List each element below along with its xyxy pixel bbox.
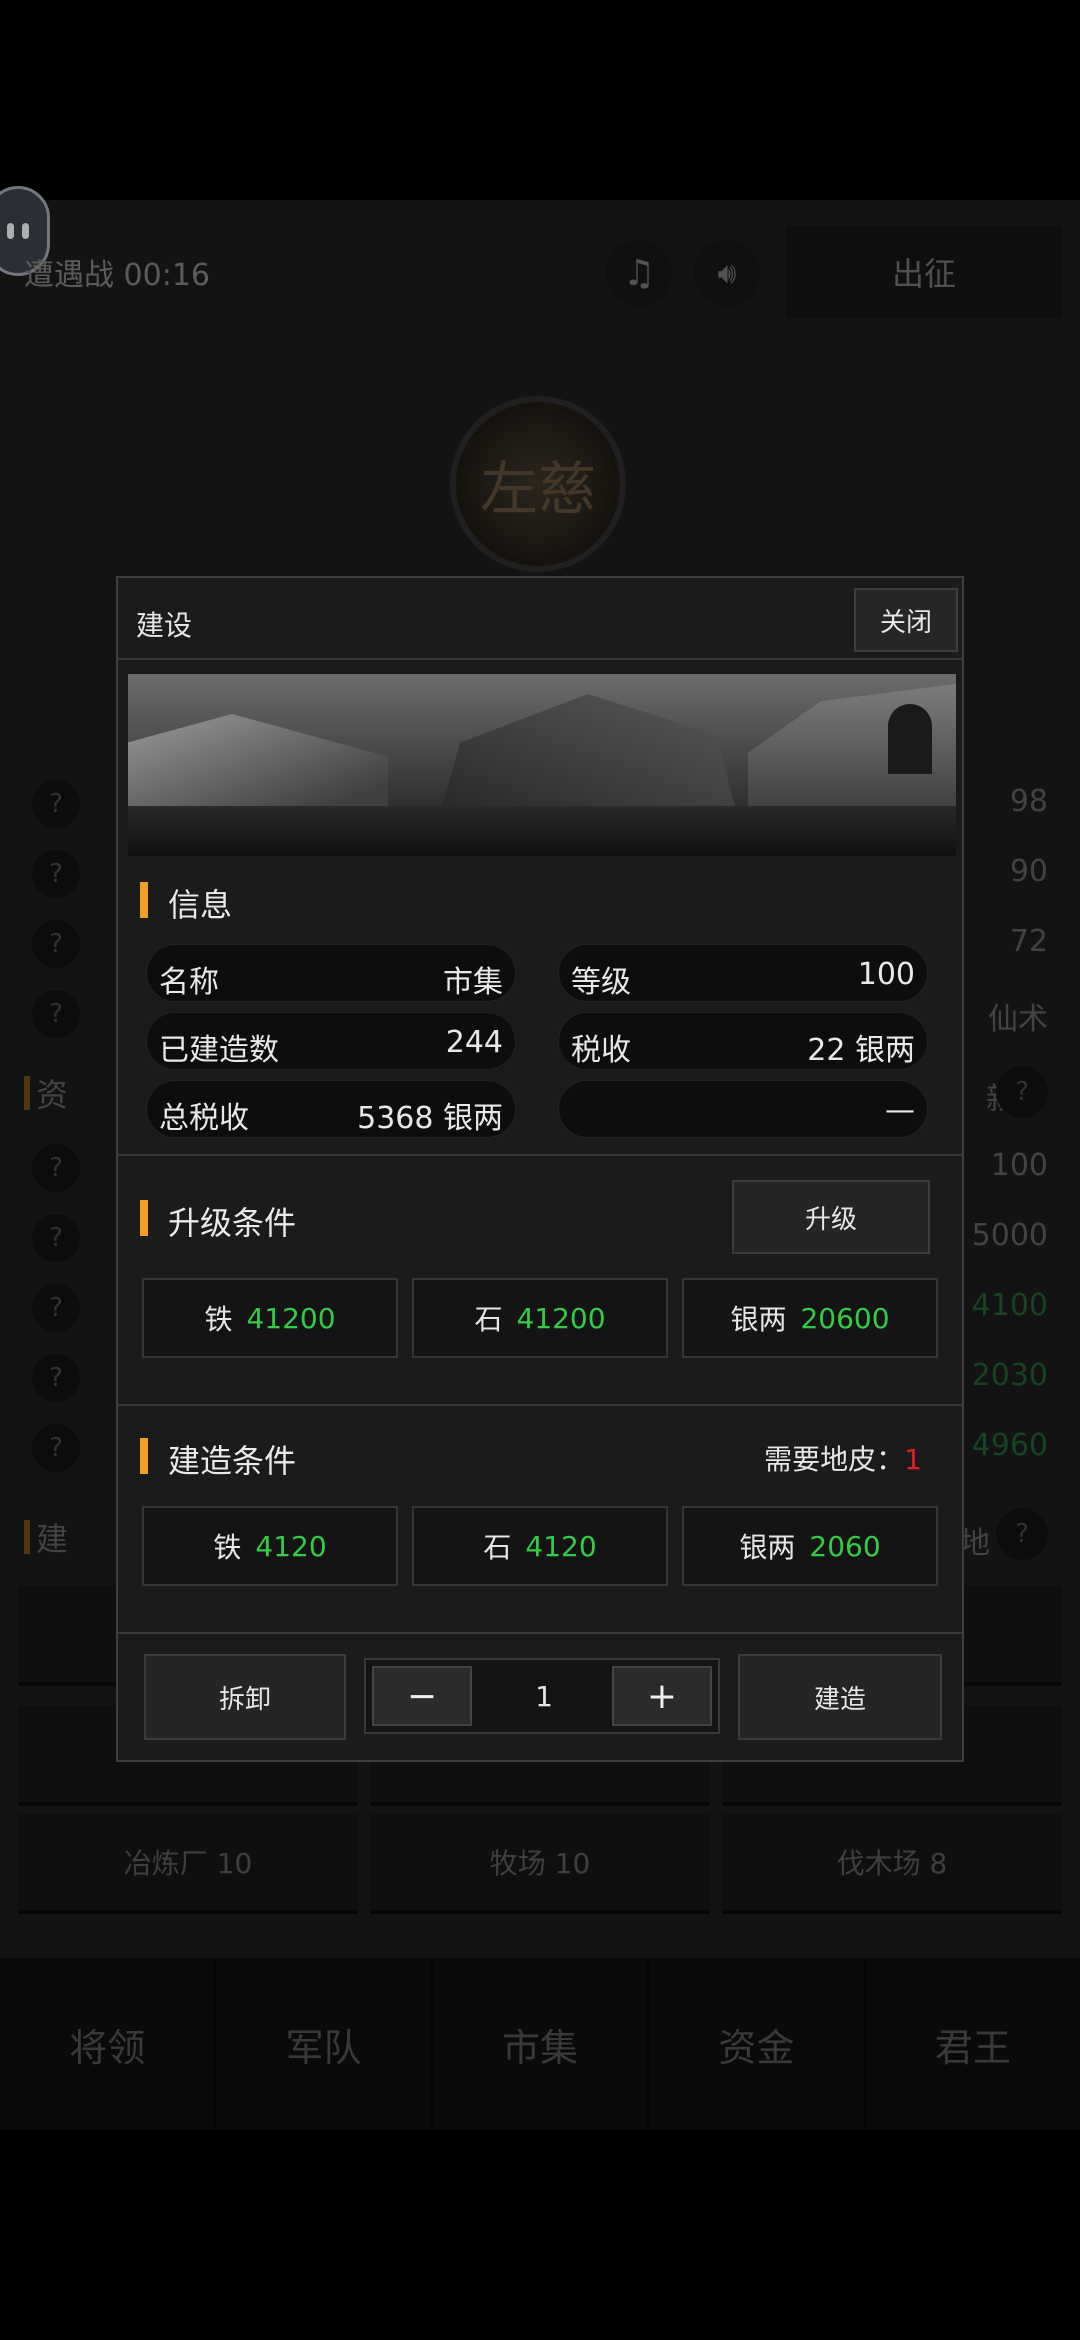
info-empty: — bbox=[558, 1080, 928, 1138]
upgrade-cost-silver: 银两 20600 bbox=[682, 1278, 938, 1358]
info-value: — bbox=[885, 1093, 915, 1128]
quantity-stepper: − 1 + bbox=[364, 1658, 720, 1734]
info-value: 市集 bbox=[443, 965, 503, 1000]
upgrade-section-title: 升级条件 bbox=[140, 1198, 296, 1244]
build-cost-iron: 铁 4120 bbox=[142, 1506, 398, 1586]
info-section-title: 信息 bbox=[140, 880, 232, 926]
info-built-count: 已建造数 244 bbox=[146, 1012, 516, 1070]
resource-amount: 20600 bbox=[800, 1301, 890, 1335]
divider bbox=[118, 1632, 962, 1634]
land-requirement-label: 需要地皮： bbox=[764, 1443, 905, 1476]
land-requirement-value: 1 bbox=[904, 1443, 922, 1476]
info-value: 5368 银两 bbox=[357, 1101, 503, 1136]
build-cost-stone: 石 4120 bbox=[412, 1506, 668, 1586]
build-dialog: 建设 关闭 信息 名称 市集 等级 100 已建造数 244 税收 22 银两 … bbox=[116, 576, 964, 1762]
increment-button[interactable]: + bbox=[612, 1666, 712, 1726]
info-value: 22 银两 bbox=[807, 1033, 915, 1068]
market-banner-image bbox=[128, 674, 956, 856]
info-level: 等级 100 bbox=[558, 944, 928, 1002]
upgrade-cost-stone: 石 41200 bbox=[412, 1278, 668, 1358]
info-value: 100 bbox=[857, 957, 915, 992]
info-tax: 税收 22 银两 bbox=[558, 1012, 928, 1070]
divider bbox=[118, 1154, 962, 1156]
quantity-value[interactable]: 1 bbox=[466, 1680, 622, 1713]
decrement-button[interactable]: − bbox=[372, 1666, 472, 1726]
demolish-button[interactable]: 拆卸 bbox=[144, 1654, 346, 1740]
info-label: 总税收 bbox=[159, 1101, 249, 1136]
upgrade-cost-iron: 铁 41200 bbox=[142, 1278, 398, 1358]
build-button[interactable]: 建造 bbox=[738, 1654, 942, 1740]
info-total-tax: 总税收 5368 银两 bbox=[146, 1080, 516, 1138]
resource-amount: 41200 bbox=[516, 1301, 606, 1335]
resource-name: 石 bbox=[474, 1303, 503, 1336]
dialog-header: 建设 关闭 bbox=[118, 578, 962, 660]
land-requirement: 需要地皮：1 bbox=[764, 1438, 922, 1478]
close-button[interactable]: 关闭 bbox=[854, 588, 958, 652]
resource-name: 银两 bbox=[730, 1303, 787, 1336]
resource-amount: 41200 bbox=[246, 1301, 336, 1335]
resource-amount: 2060 bbox=[809, 1529, 881, 1563]
build-cost-silver: 银两 2060 bbox=[682, 1506, 938, 1586]
info-label: 税收 bbox=[571, 1033, 631, 1068]
build-section-title: 建造条件 bbox=[140, 1436, 296, 1482]
upgrade-button[interactable]: 升级 bbox=[732, 1180, 930, 1254]
info-label: 名称 bbox=[159, 965, 219, 1000]
info-label: 已建造数 bbox=[159, 1033, 279, 1068]
resource-name: 银两 bbox=[739, 1531, 796, 1564]
resource-amount: 4120 bbox=[525, 1529, 597, 1563]
resource-name: 铁 bbox=[204, 1303, 233, 1336]
resource-amount: 4120 bbox=[255, 1529, 327, 1563]
info-label: 等级 bbox=[571, 965, 631, 1000]
resource-name: 铁 bbox=[213, 1531, 242, 1564]
divider bbox=[118, 1404, 962, 1406]
dialog-title: 建设 bbox=[136, 609, 193, 642]
info-name: 名称 市集 bbox=[146, 944, 516, 1002]
resource-name: 石 bbox=[483, 1531, 512, 1564]
info-value: 244 bbox=[445, 1025, 503, 1060]
